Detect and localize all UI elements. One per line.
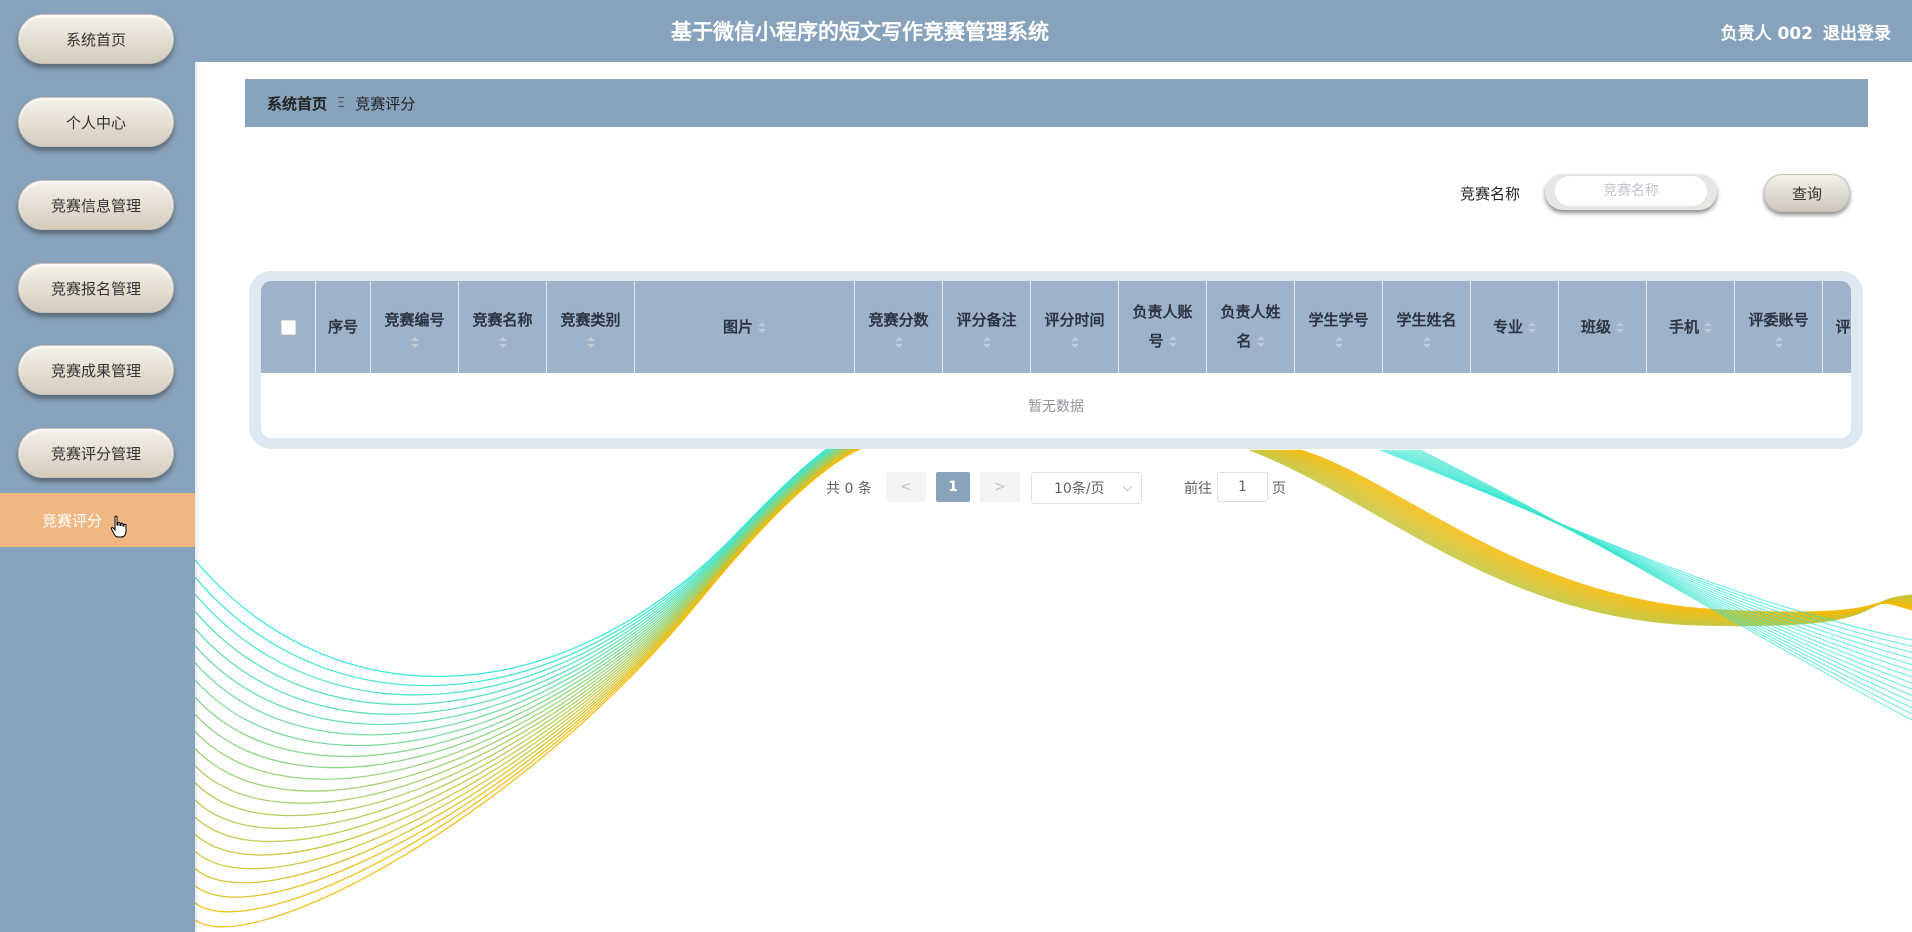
top-header: 基于微信小程序的短文写作竞赛管理系统 负责人 002 退出登录	[195, 0, 1912, 62]
sort-caret-icon[interactable]	[410, 337, 419, 348]
column-header-label: 竞赛编号	[384, 311, 445, 329]
pagination-next-button[interactable]: >	[980, 472, 1020, 502]
sort-caret-icon[interactable]	[1168, 336, 1177, 347]
column-header-competition-category[interactable]: 竞赛类别	[547, 281, 635, 373]
column-header-label: 班级	[1580, 317, 1611, 336]
breadcrumb: 系统首页 Ξ 竞赛评分	[245, 79, 1868, 127]
sort-caret-icon[interactable]	[894, 337, 903, 348]
sort-caret-icon[interactable]	[1774, 337, 1783, 348]
search-label: 竞赛名称	[1460, 185, 1521, 203]
column-header-competition-id[interactable]: 竞赛编号	[371, 281, 459, 373]
column-header-score-remark[interactable]: 评分备注	[943, 281, 1031, 373]
column-header-select-all	[261, 281, 316, 373]
sort-caret-icon[interactable]	[586, 337, 595, 348]
column-header-competition-name[interactable]: 竞赛名称	[459, 281, 547, 373]
pagination-total: 共 0 条	[826, 481, 872, 497]
sort-caret-icon[interactable]	[1070, 337, 1079, 348]
logout-link[interactable]: 退出登录	[1823, 19, 1891, 44]
column-header-label: 专业	[1492, 317, 1523, 336]
sidebar: 系统首页 个人中心 竞赛信息管理 竞赛报名管理 竞赛成果管理 竞赛评分管理 竞赛…	[0, 0, 195, 932]
sort-caret-icon[interactable]	[758, 321, 766, 333]
column-header-label: 图片	[722, 317, 753, 336]
sidebar-item-competition-scoring[interactable]: 竞赛评分管理	[18, 428, 174, 478]
wave-line	[194, 438, 961, 928]
competition-name-search-input[interactable]	[1555, 176, 1707, 206]
query-button[interactable]: 查询	[1764, 174, 1850, 212]
pagination: 共 0 条 < 1 > 10条/页 前往 页	[0, 472, 1912, 504]
sidebar-item-home[interactable]: 系统首页	[18, 14, 174, 64]
column-header-label: 竞赛分数	[868, 311, 929, 329]
column-header-student-id[interactable]: 学生学号	[1295, 281, 1383, 373]
column-header-image[interactable]: 图片	[635, 281, 855, 373]
sidebar-item-competition-registration[interactable]: 竞赛报名管理	[18, 263, 174, 313]
goto-page-input[interactable]	[1217, 472, 1268, 502]
hand-cursor-icon	[110, 515, 127, 538]
breadcrumb-separator: Ξ	[337, 95, 346, 111]
column-header-student-name[interactable]: 学生姓名	[1383, 281, 1471, 373]
column-header-label: 评分备注	[956, 311, 1017, 329]
column-header-major[interactable]: 专业	[1471, 281, 1559, 373]
data-table: 序号 竞赛编号 竞赛名称 竞赛类别 图片 竞赛分数 评分备注 评分时间 负责人账号负责人姓名学生…	[261, 281, 1851, 438]
pagination-page-1[interactable]: 1	[936, 472, 970, 502]
column-header-label: 负责人姓	[1220, 303, 1281, 321]
sidebar-item-personal-center[interactable]: 个人中心	[18, 97, 174, 147]
column-header-class[interactable]: 班级	[1559, 281, 1647, 373]
column-header-label: 评分时间	[1044, 311, 1105, 329]
column-header-label-line2: 号	[1148, 332, 1164, 350]
current-user: 负责人 002	[1720, 23, 1813, 44]
column-header-label: 竞赛名称	[472, 311, 533, 329]
sort-caret-icon[interactable]	[1256, 336, 1265, 347]
page-size-value: 10条/页	[1054, 481, 1105, 497]
column-header-label: 手机	[1668, 317, 1699, 336]
sort-caret-icon[interactable]	[982, 337, 991, 348]
column-header-competition-score[interactable]: 竞赛分数	[855, 281, 943, 373]
column-header-label: 学生学号	[1308, 311, 1369, 329]
sort-caret-icon[interactable]	[498, 337, 507, 348]
sort-caret-icon[interactable]	[1334, 337, 1343, 348]
decorative-wave-lines	[194, 418, 1912, 928]
column-header-label: 竞赛类别	[560, 311, 621, 329]
wave-line	[194, 423, 953, 715]
column-header-judge-account[interactable]: 评委账号	[1735, 281, 1823, 373]
sidebar-item-competition-results[interactable]: 竞赛成果管理	[18, 345, 174, 395]
sort-caret-icon[interactable]	[1422, 337, 1431, 348]
column-header-label: 评委账号	[1748, 311, 1809, 329]
page-size-select[interactable]: 10条/页	[1031, 472, 1142, 504]
chevron-down-icon	[1122, 481, 1133, 492]
breadcrumb-current: 竞赛评分	[355, 94, 416, 113]
column-header-label: 学生姓名	[1396, 311, 1457, 329]
wave-line	[194, 436, 959, 884]
column-header-label-line2: 名	[1236, 332, 1252, 350]
column-header-leader-name[interactable]: 负责人姓名	[1207, 281, 1295, 373]
column-header-phone[interactable]: 手机	[1647, 281, 1735, 373]
goto-label: 前往	[1184, 481, 1212, 497]
sort-caret-icon[interactable]	[1528, 321, 1536, 333]
column-header-score-time[interactable]: 评分时间	[1031, 281, 1119, 373]
column-header-label: 负责人账	[1132, 303, 1193, 321]
pagination-prev-button[interactable]: <	[886, 472, 926, 502]
column-header-overflow-col: 评	[1823, 281, 1851, 373]
sort-caret-icon[interactable]	[1704, 321, 1712, 333]
column-header-label: 序号	[327, 317, 358, 336]
breadcrumb-home[interactable]: 系统首页	[267, 93, 327, 114]
table-empty-text: 暂无数据	[1028, 398, 1084, 415]
search-field-wrapper	[1545, 174, 1717, 210]
app-title: 基于微信小程序的短文写作竞赛管理系统	[671, 20, 1049, 44]
select-all-checkbox[interactable]	[280, 319, 296, 335]
column-header-leader-account[interactable]: 负责人账号	[1119, 281, 1207, 373]
goto-unit-label: 页	[1272, 481, 1286, 497]
column-header-index: 序号	[316, 281, 371, 373]
table-header: 序号 竞赛编号 竞赛名称 竞赛类别 图片 竞赛分数 评分备注 评分时间 负责人账号负责人姓名学生…	[261, 281, 1851, 373]
sidebar-item-competition-info[interactable]: 竞赛信息管理	[18, 180, 174, 230]
wave-line	[194, 437, 960, 898]
data-table-frame: 序号 竞赛编号 竞赛名称 竞赛类别 图片 竞赛分数 评分备注 评分时间 负责人账号负责人姓名学生…	[249, 271, 1863, 449]
sort-caret-icon[interactable]	[1616, 321, 1624, 333]
column-header-label: 评	[1835, 317, 1851, 336]
